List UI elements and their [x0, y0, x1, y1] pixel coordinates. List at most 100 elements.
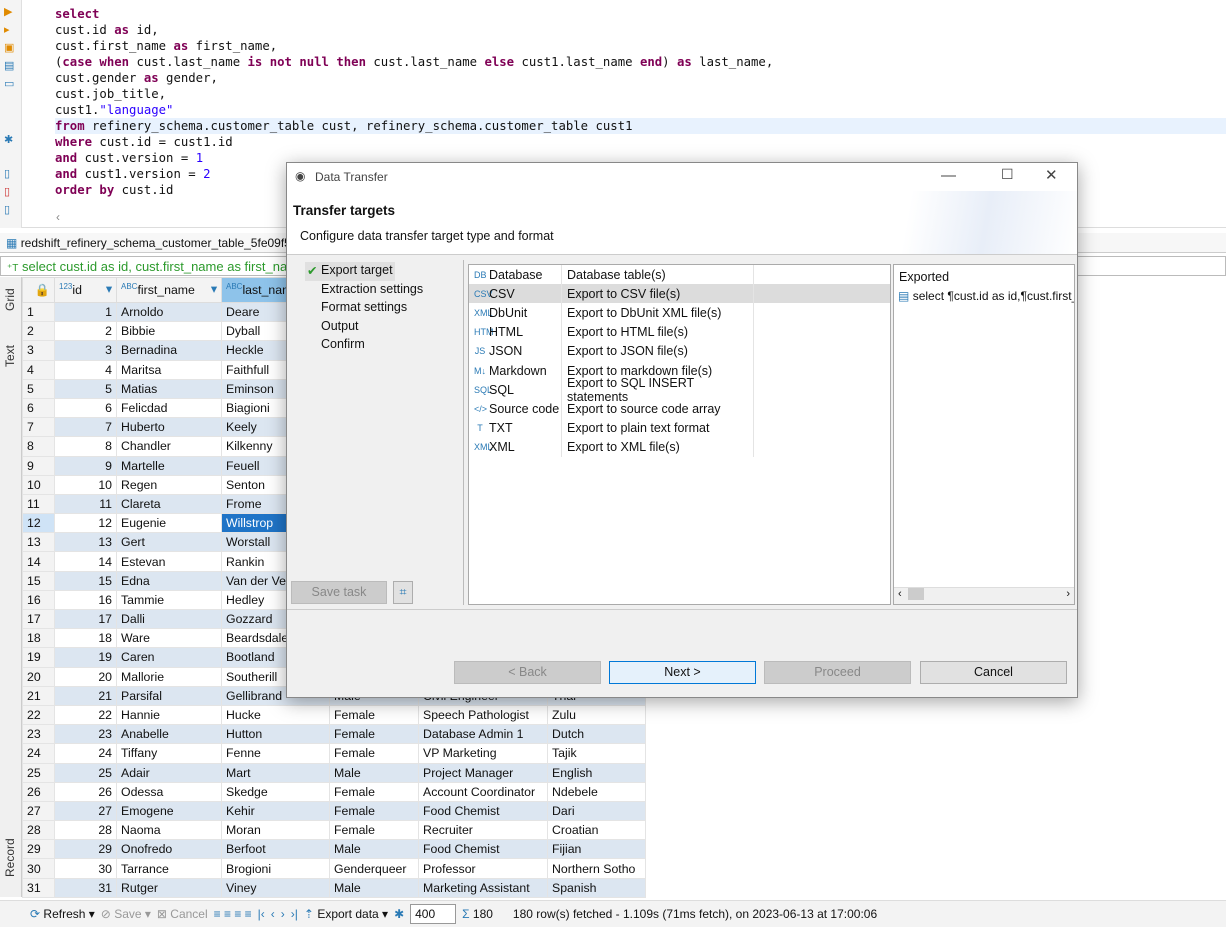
cell[interactable]: Fenne: [221, 743, 330, 764]
cancel-dialog-button[interactable]: Cancel: [920, 661, 1067, 684]
table-row[interactable]: 30 30 Tarrance Brogioni Genderqueer Professor…: [22, 858, 646, 879]
cell[interactable]: Adair: [116, 762, 222, 783]
sort-icon[interactable]: ▾: [106, 282, 112, 296]
cell[interactable]: Northern Sotho: [547, 858, 646, 879]
exported-item[interactable]: ▤ select ¶cust.id as id,¶cust.first_n: [894, 289, 1074, 303]
cell[interactable]: VP Marketing: [418, 743, 548, 764]
last-page-icon[interactable]: ›|: [291, 907, 298, 921]
target-row[interactable]: T TXT Export to plain text format: [469, 418, 890, 438]
cell[interactable]: Male: [329, 839, 419, 860]
execute-icon[interactable]: ▶: [4, 6, 16, 18]
cell[interactable]: 5: [54, 378, 117, 399]
cell[interactable]: Ndebele: [547, 781, 646, 802]
table-row[interactable]: 28 28 Naoma Moran Female Recruiter Croatian: [22, 820, 646, 841]
row-number[interactable]: 8: [22, 436, 55, 457]
cell[interactable]: 25: [54, 762, 117, 783]
cell[interactable]: Kehir: [221, 800, 330, 822]
first-page-icon[interactable]: |‹: [258, 907, 265, 921]
cell[interactable]: Croatian: [547, 820, 646, 841]
cell[interactable]: Male: [329, 877, 419, 898]
row-number[interactable]: 5: [22, 378, 55, 399]
code-line[interactable]: cust.job_title,: [55, 86, 1226, 102]
cell[interactable]: Female: [329, 820, 419, 841]
row-number[interactable]: 30: [22, 858, 55, 879]
cell[interactable]: 3: [54, 340, 117, 361]
cell[interactable]: Caren: [116, 647, 222, 668]
cell[interactable]: Hannie: [116, 704, 222, 726]
cell[interactable]: 9: [54, 455, 117, 476]
cell[interactable]: Maritsa: [116, 359, 222, 380]
history-icon[interactable]: ▤: [4, 60, 16, 72]
cell[interactable]: Parsifal: [116, 685, 222, 706]
cell[interactable]: English: [547, 762, 646, 783]
proceed-button[interactable]: Proceed: [764, 661, 911, 684]
cell[interactable]: 2: [54, 321, 117, 342]
row-number[interactable]: 13: [22, 532, 55, 553]
cell[interactable]: Recruiter: [418, 820, 548, 841]
row-number[interactable]: 12: [22, 513, 55, 534]
cell[interactable]: Project Manager: [418, 762, 548, 783]
format-icon[interactable]: ▯: [4, 204, 16, 216]
step-item[interactable]: Output: [291, 318, 461, 337]
cell[interactable]: 6: [54, 397, 117, 419]
row-number[interactable]: 31: [22, 877, 55, 898]
cell[interactable]: Food Chemist: [418, 839, 548, 860]
cell[interactable]: 19: [54, 647, 117, 668]
cell[interactable]: Zulu: [547, 704, 646, 726]
cell[interactable]: Edna: [116, 570, 222, 591]
cell[interactable]: 10: [54, 474, 117, 495]
cell[interactable]: 16: [54, 589, 117, 611]
cell[interactable]: Database Admin 1: [418, 724, 548, 745]
cell[interactable]: 31: [54, 877, 117, 898]
cell[interactable]: Martelle: [116, 455, 222, 476]
cell[interactable]: Male: [329, 762, 419, 783]
target-row[interactable]: CSV CSV Export to CSV file(s): [469, 284, 890, 304]
cell[interactable]: 12: [54, 513, 117, 534]
step-item[interactable]: Extraction settings: [291, 281, 461, 300]
cell[interactable]: 23: [54, 724, 117, 745]
row-number[interactable]: 15: [22, 570, 55, 591]
cell[interactable]: 26: [54, 781, 117, 802]
row-number[interactable]: 9: [22, 455, 55, 476]
target-row[interactable]: XML XML Export to XML file(s): [469, 437, 890, 457]
cell[interactable]: Arnoldo: [116, 301, 222, 323]
save-task-button[interactable]: Save task: [291, 581, 387, 604]
cell[interactable]: Skedge: [221, 781, 330, 802]
row-number[interactable]: 7: [22, 417, 55, 438]
cell[interactable]: Moran: [221, 820, 330, 841]
cell[interactable]: Anabelle: [116, 724, 222, 745]
cell[interactable]: Tammie: [116, 589, 222, 611]
cell[interactable]: Mallorie: [116, 666, 222, 687]
cell[interactable]: Dutch: [547, 724, 646, 745]
cell[interactable]: Clareta: [116, 493, 222, 515]
code-line[interactable]: from refinery_schema.customer_table cust…: [55, 118, 1226, 134]
cell[interactable]: Female: [329, 781, 419, 802]
table-row[interactable]: 22 22 Hannie Hucke Female Speech Pathologist Z…: [22, 704, 646, 726]
cell[interactable]: Female: [329, 704, 419, 726]
code-line[interactable]: select: [55, 6, 1226, 22]
row-number[interactable]: 4: [22, 359, 55, 380]
cell[interactable]: Female: [329, 743, 419, 764]
target-row[interactable]: XML DbUnit Export to DbUnit XML file(s): [469, 303, 890, 323]
table-row[interactable]: 31 31 Rutger Viney Male Marketing Assistant Sp…: [22, 877, 646, 898]
console-icon[interactable]: ▭: [4, 78, 16, 90]
row-number[interactable]: 26: [22, 781, 55, 802]
cell[interactable]: Berfoot: [221, 839, 330, 860]
task-config-button[interactable]: ⌗: [393, 581, 413, 604]
cell[interactable]: Fijian: [547, 839, 646, 860]
row-number[interactable]: 2: [22, 321, 55, 342]
refresh-button[interactable]: ⟳ Refresh ▾: [30, 907, 95, 921]
cell[interactable]: 21: [54, 685, 117, 706]
cell[interactable]: Gert: [116, 532, 222, 553]
row-number[interactable]: 25: [22, 762, 55, 783]
cell[interactable]: Tajik: [547, 743, 646, 764]
table-row[interactable]: 25 25 Adair Mart Male Project Manager English: [22, 762, 646, 783]
cell[interactable]: 18: [54, 628, 117, 649]
table-row[interactable]: 24 24 Tiffany Fenne Female VP Marketing Tajik: [22, 743, 646, 764]
cell[interactable]: Bernadina: [116, 340, 222, 361]
export-file-icon[interactable]: ▯: [4, 186, 16, 198]
row-number[interactable]: 16: [22, 589, 55, 611]
save-button[interactable]: ⊘ Save ▾: [101, 907, 151, 921]
cell[interactable]: Naoma: [116, 820, 222, 841]
row-number[interactable]: 27: [22, 800, 55, 822]
